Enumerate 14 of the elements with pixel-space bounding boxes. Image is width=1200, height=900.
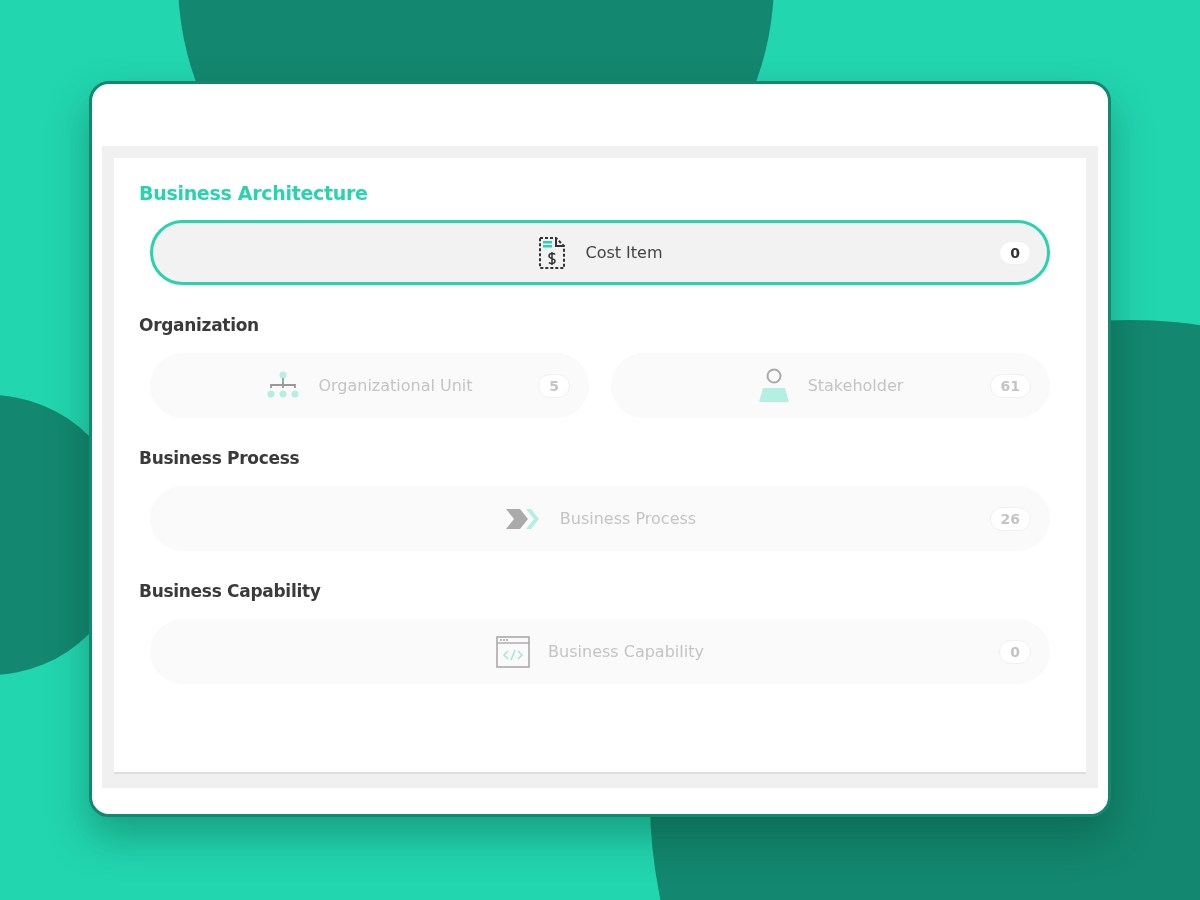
count-badge: 26: [989, 506, 1031, 531]
count-badge: 5: [538, 373, 570, 398]
group-heading: Business Process: [139, 448, 301, 468]
count-badge: 0: [999, 639, 1031, 664]
person-icon: [757, 367, 790, 404]
code-window-icon: [496, 635, 531, 668]
category-button[interactable]: Cost Item 0: [150, 220, 1050, 285]
count-badge: 0: [999, 240, 1031, 265]
chevrons-icon: [503, 506, 542, 531]
group-heading: Organization: [139, 315, 260, 335]
section-title: Business Architecture: [139, 182, 369, 204]
group-heading: Business Capability: [139, 581, 322, 601]
count-badge: 61: [989, 373, 1031, 398]
invoice-icon: [537, 234, 568, 271]
